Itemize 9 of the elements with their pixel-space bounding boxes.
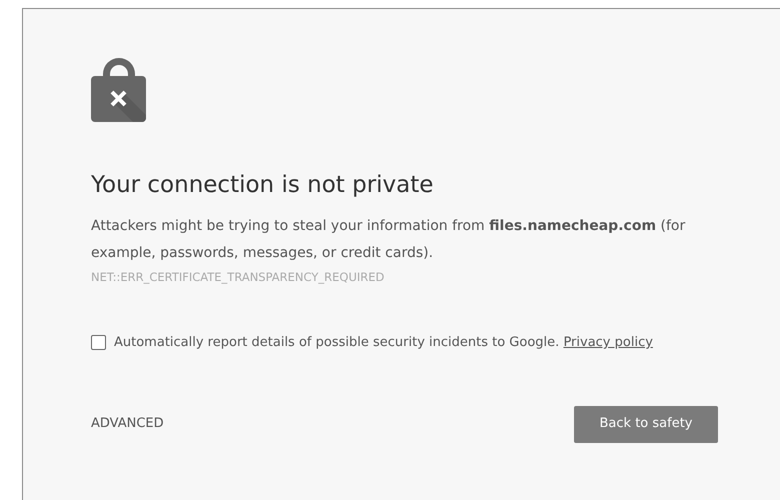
report-label: Automatically report details of possible security incidents to Google. — [114, 335, 560, 350]
error-code: NET::ERR_CERTIFICATE_TRANSPARENCY_REQUIRED — [91, 269, 386, 286]
back-to-safety-button[interactable]: Back to safety — [574, 406, 718, 442]
advanced-link[interactable]: ADVANCED — [91, 414, 164, 434]
warning-message: Attackers might be trying to steal your information from files.namecheap.com (for example, passwords, messages, or credit cards). — [91, 217, 686, 263]
privacy-policy-link[interactable]: Privacy policy — [563, 335, 653, 350]
page-heading: Your connection is not private — [91, 171, 434, 200]
lock-icon — [91, 56, 147, 124]
report-checkbox[interactable] — [91, 335, 106, 350]
